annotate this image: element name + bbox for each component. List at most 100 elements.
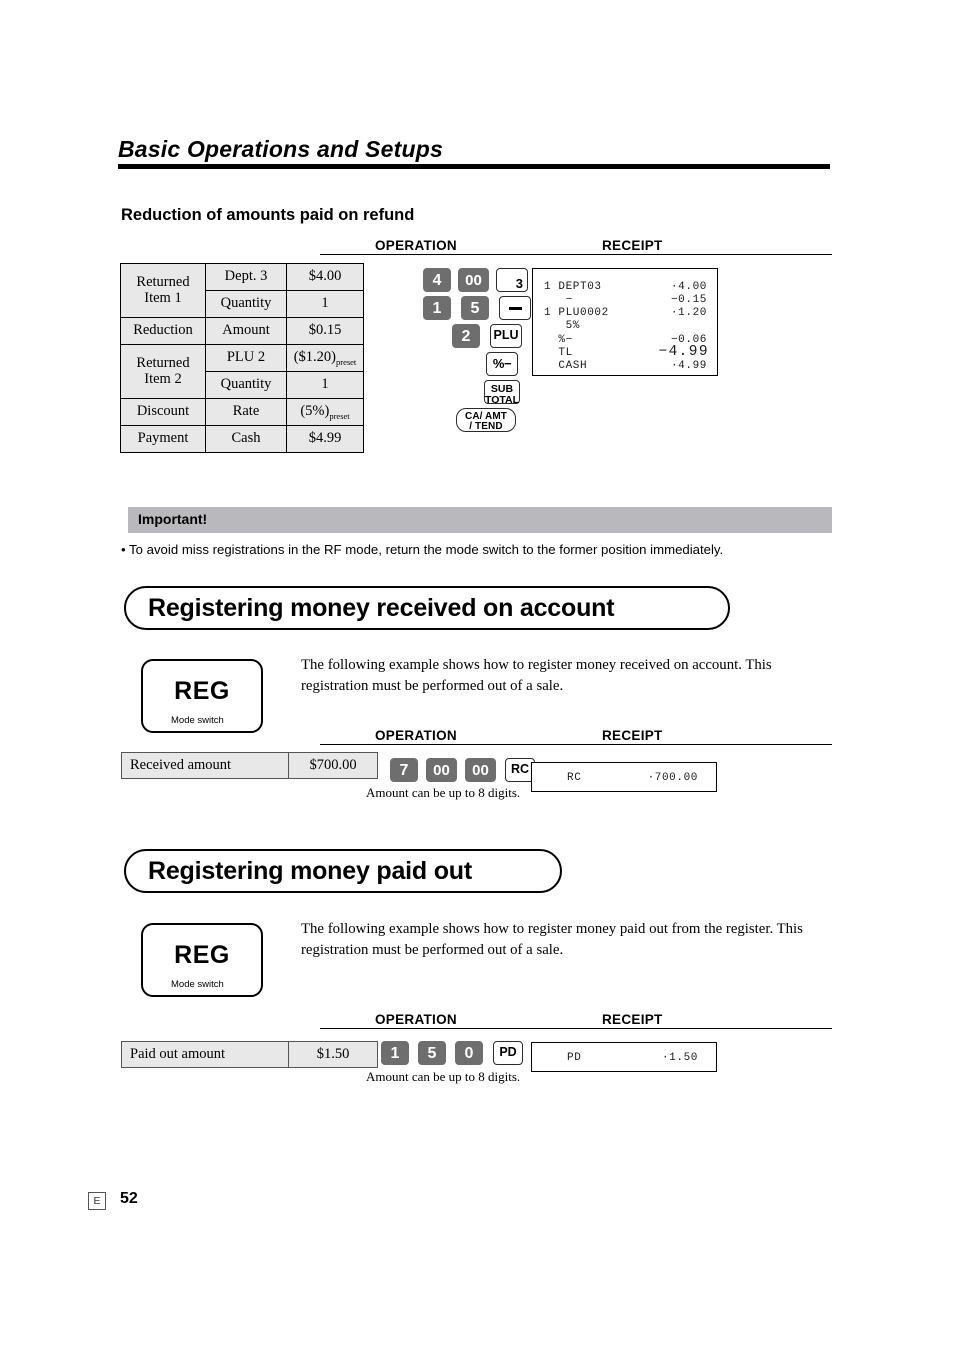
key-00-b[interactable]: 00: [465, 758, 496, 782]
received-amount-value: $700.00: [288, 752, 378, 779]
key-5[interactable]: 5: [418, 1041, 446, 1065]
receipt-line-right: ·700.00: [647, 772, 698, 784]
column-header-receipt-2: RECEIPT: [602, 728, 663, 743]
receipt-line-left: CASH: [544, 360, 588, 372]
cell-payment-cash-label: Cash: [205, 425, 287, 453]
chapter-title: Basic Operations and Setups: [118, 136, 443, 162]
cell-reduction: Reduction: [120, 317, 206, 345]
paid-out-amount-strip: Paid out amount $1.50: [121, 1041, 378, 1068]
dept-number: 3: [515, 276, 523, 291]
receipt-line-right: −0.15: [670, 294, 707, 306]
cell-returned-item-2: Returned Item 2: [120, 344, 206, 399]
key-00[interactable]: 00: [458, 268, 489, 292]
mode-switch-caption: Mode switch: [168, 715, 227, 726]
minus-icon: [508, 307, 522, 310]
cell-dept3: Dept. 3: [205, 263, 287, 291]
key-sequence-received: 7 00 00 RC: [390, 758, 535, 782]
refund-spec-table: Returned Item 1 Dept. 3 $4.00 Quantity 1…: [120, 263, 364, 453]
key-line-2: TOTAL: [485, 393, 520, 406]
cell-text: Returned: [136, 274, 190, 291]
column-header-receipt-3: RECEIPT: [602, 1012, 663, 1027]
section-heading-refund: Reduction of amounts paid on refund: [121, 206, 415, 224]
key-line-1: SUB: [490, 383, 514, 395]
note-received-digits: Amount can be up to 8 digits.: [366, 785, 521, 800]
receipt-line-right: ·1.50: [661, 1052, 698, 1064]
received-amount-strip: Received amount $700.00: [121, 752, 378, 779]
key-line-2: / TEND: [469, 421, 503, 432]
key-4[interactable]: 4: [423, 268, 451, 292]
key-sequence-row-5: SUB TOTAL: [484, 380, 520, 406]
column-header-rule-3: [320, 1028, 832, 1030]
cell-dept3-amount: $4.00: [286, 263, 364, 291]
column-header-operation-2: OPERATION: [375, 728, 457, 743]
refund-receipt: 1 DEPT03 ·4.00 − −0.15 1 PLU0002 ·1.20 5…: [532, 268, 718, 376]
important-band: [128, 507, 832, 533]
cell-text: ($1.20): [293, 348, 336, 365]
key-2[interactable]: 2: [452, 324, 480, 348]
cell-plu2: PLU 2: [205, 344, 287, 372]
key-pd[interactable]: PD: [493, 1041, 523, 1065]
section-pill-title: Registering money received on account: [148, 594, 615, 622]
cell-payment: Payment: [120, 425, 206, 453]
cell-reduction-amount-value: $0.15: [286, 317, 364, 345]
column-header-operation-3: OPERATION: [375, 1012, 457, 1027]
mode-switch-value: REG: [174, 677, 230, 705]
important-text: • To avoid miss registrations in the RF …: [121, 542, 724, 557]
paragraph-received-on-account: The following example shows how to regis…: [301, 657, 772, 694]
table-row: Payment Cash $4.99: [120, 425, 364, 453]
cell-text: Item 1: [144, 289, 182, 306]
column-header-rule-2: [320, 744, 832, 746]
key-sequence-row-1: 4 00 3: [423, 268, 528, 292]
cell-discount-rate-value: (5%)preset: [286, 398, 364, 426]
received-receipt: RC ·700.00: [531, 762, 717, 792]
key-cash-amount-tender[interactable]: CA/ AMT / TEND: [456, 408, 516, 432]
key-7[interactable]: 7: [390, 758, 418, 782]
mode-switch-caption: Mode switch: [168, 979, 227, 990]
key-sequence-paid-out: 1 5 0 PD: [381, 1041, 523, 1065]
cell-text: Returned: [136, 355, 190, 372]
receipt-line-left: TL: [544, 347, 573, 359]
cell-quantity-2-value: 1: [286, 371, 364, 399]
received-amount-label: Received amount: [121, 752, 289, 779]
important-label: Important!: [138, 511, 208, 527]
cell-payment-cash-value: $4.99: [286, 425, 364, 453]
receipt-line-left: %−: [544, 334, 573, 346]
key-dept-3[interactable]: 3: [496, 268, 528, 292]
table-row: Returned Item 1 Dept. 3 $4.00: [120, 263, 364, 318]
key-sequence-row-2: 1 5: [423, 296, 531, 320]
cell-plu2-amount: ($1.20)preset: [286, 344, 364, 372]
table-row: Paid out amount $1.50: [121, 1041, 378, 1068]
column-header-rule-1: [320, 254, 832, 256]
key-percent-minus[interactable]: %−: [486, 352, 518, 376]
cell-discount-rate-label: Rate: [205, 398, 287, 426]
cell-discount: Discount: [120, 398, 206, 426]
section-pill-paid-out: Registering money paid out: [124, 849, 562, 893]
key-0[interactable]: 0: [455, 1041, 483, 1065]
key-00-a[interactable]: 00: [426, 758, 457, 782]
paid-out-amount-label: Paid out amount: [121, 1041, 289, 1068]
key-subtotal[interactable]: SUB TOTAL: [484, 380, 520, 406]
receipt-line-right: ·4.00: [670, 281, 707, 293]
cell-text: Item 2: [144, 370, 182, 387]
key-1[interactable]: 1: [381, 1041, 409, 1065]
table-row: Received amount $700.00: [121, 752, 378, 779]
mode-switch-value: REG: [174, 941, 230, 969]
cell-reduction-amount-label: Amount: [205, 317, 287, 345]
receipt-line-right-total: −4.99: [658, 344, 709, 360]
preset-subscript: preset: [336, 356, 357, 367]
cell-quantity-1: Quantity: [205, 290, 287, 318]
page-number: 52: [120, 1190, 138, 1207]
receipt-line-right: ·4.99: [670, 360, 707, 372]
key-plu[interactable]: PLU: [490, 324, 522, 348]
receipt-line-left: 5%: [544, 320, 581, 332]
key-sequence-row-6: CA/ AMT / TEND: [456, 408, 516, 432]
cell-quantity-2: Quantity: [205, 371, 287, 399]
receipt-line-left: PD: [567, 1052, 582, 1064]
table-row: Reduction Amount $0.15: [120, 317, 364, 345]
key-5[interactable]: 5: [461, 296, 489, 320]
key-minus[interactable]: [499, 296, 531, 320]
column-header-receipt-1: RECEIPT: [602, 238, 663, 253]
key-1[interactable]: 1: [423, 296, 451, 320]
paid-out-receipt: PD ·1.50: [531, 1042, 717, 1072]
receipt-line-left: 1 PLU0002: [544, 307, 609, 319]
